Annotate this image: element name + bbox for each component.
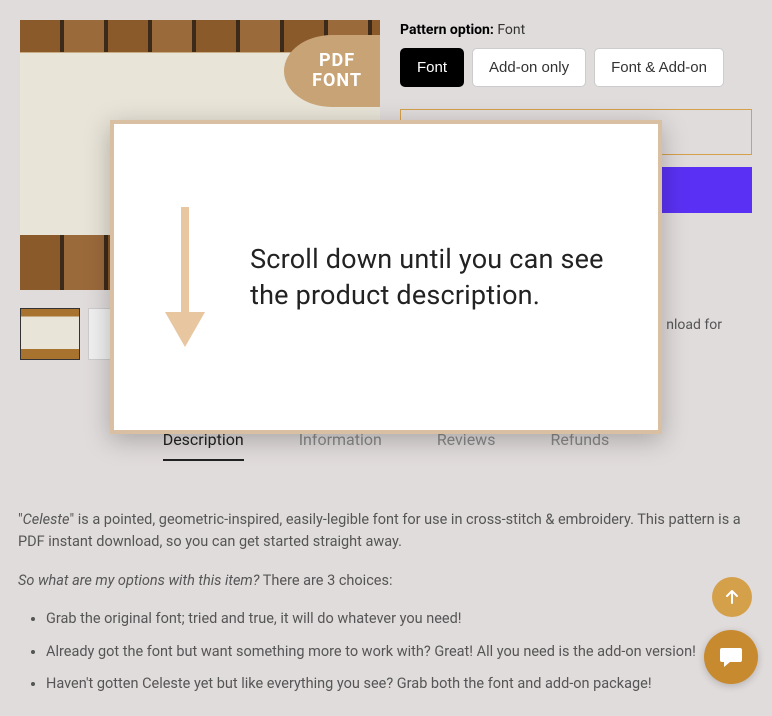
badge-line2: FONT [312,71,362,91]
product-description: "Celeste" is a pointed, geometric-inspir… [0,469,772,716]
instruction-overlay: Scroll down until you can see the produc… [110,120,662,434]
overlay-text: Scroll down until you can see the produc… [250,241,612,314]
tab-reviews[interactable]: Reviews [437,430,496,461]
tab-description[interactable]: Description [163,430,244,461]
down-arrow-icon [160,202,210,352]
arrow-up-icon [723,588,741,606]
desc-options-line: So what are my options with this item? T… [18,570,754,592]
tab-refunds[interactable]: Refunds [550,430,609,461]
desc-bullets: Grab the original font; tried and true, … [18,608,754,695]
pattern-option-value: Font [497,22,525,38]
list-item: Grab the original font; tried and true, … [46,608,754,630]
desc-intro: "Celeste" is a pointed, geometric-inspir… [18,509,754,554]
product-tabs: Description Information Reviews Refunds [0,430,772,469]
list-item: Already got the font but want something … [46,641,754,663]
chat-button[interactable] [704,630,758,684]
thumbnail-1[interactable] [20,308,80,360]
option-font[interactable]: Font [400,48,464,87]
pdf-font-badge: PDF FONT [284,35,380,107]
option-font-addon[interactable]: Font & Add-on [594,48,724,87]
list-item: Haven't gotten Celeste yet but like ever… [46,673,754,695]
option-addon-only[interactable]: Add-on only [472,48,586,87]
scroll-to-top-button[interactable] [712,577,752,617]
badge-line1: PDF [312,51,362,71]
chat-icon [718,644,744,670]
tab-information[interactable]: Information [299,430,382,461]
pattern-option-label: Pattern option: Font [400,22,752,38]
pattern-option-group: Font Add-on only Font & Add-on [400,48,752,87]
